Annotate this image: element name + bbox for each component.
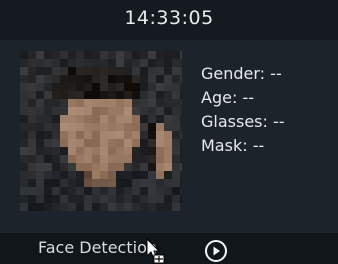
age-value: -- — [242, 88, 254, 107]
face-attributes-panel: Gender: -- Age: -- Glasses: -- Mask: -- — [201, 62, 333, 158]
mask-value: -- — [252, 136, 265, 155]
face-photo — [20, 51, 182, 211]
mask-row: Mask: -- — [201, 134, 333, 158]
glasses-value: -- — [272, 112, 285, 131]
move-cursor-icon — [146, 238, 165, 264]
gender-value: -- — [270, 64, 282, 83]
glasses-label: Glasses: — [201, 112, 268, 131]
header-bar: 14:33:05 — [0, 0, 338, 40]
gender-label: Gender: — [201, 64, 266, 83]
play-circle-icon[interactable] — [204, 239, 228, 263]
face-detection-screen: 14:33:05 Gender: -- Age: -- Glasses: -- … — [0, 0, 338, 264]
mask-label: Mask: — [201, 136, 248, 155]
footer-bar: Face Detection — [0, 233, 338, 264]
clock-time: 14:33:05 — [124, 7, 214, 29]
age-label: Age: — [201, 88, 238, 107]
glasses-row: Glasses: -- — [201, 110, 333, 134]
footer-title: Face Detection — [38, 238, 157, 257]
pixelated-face-image — [20, 51, 182, 211]
gender-row: Gender: -- — [201, 62, 333, 86]
age-row: Age: -- — [201, 86, 333, 110]
